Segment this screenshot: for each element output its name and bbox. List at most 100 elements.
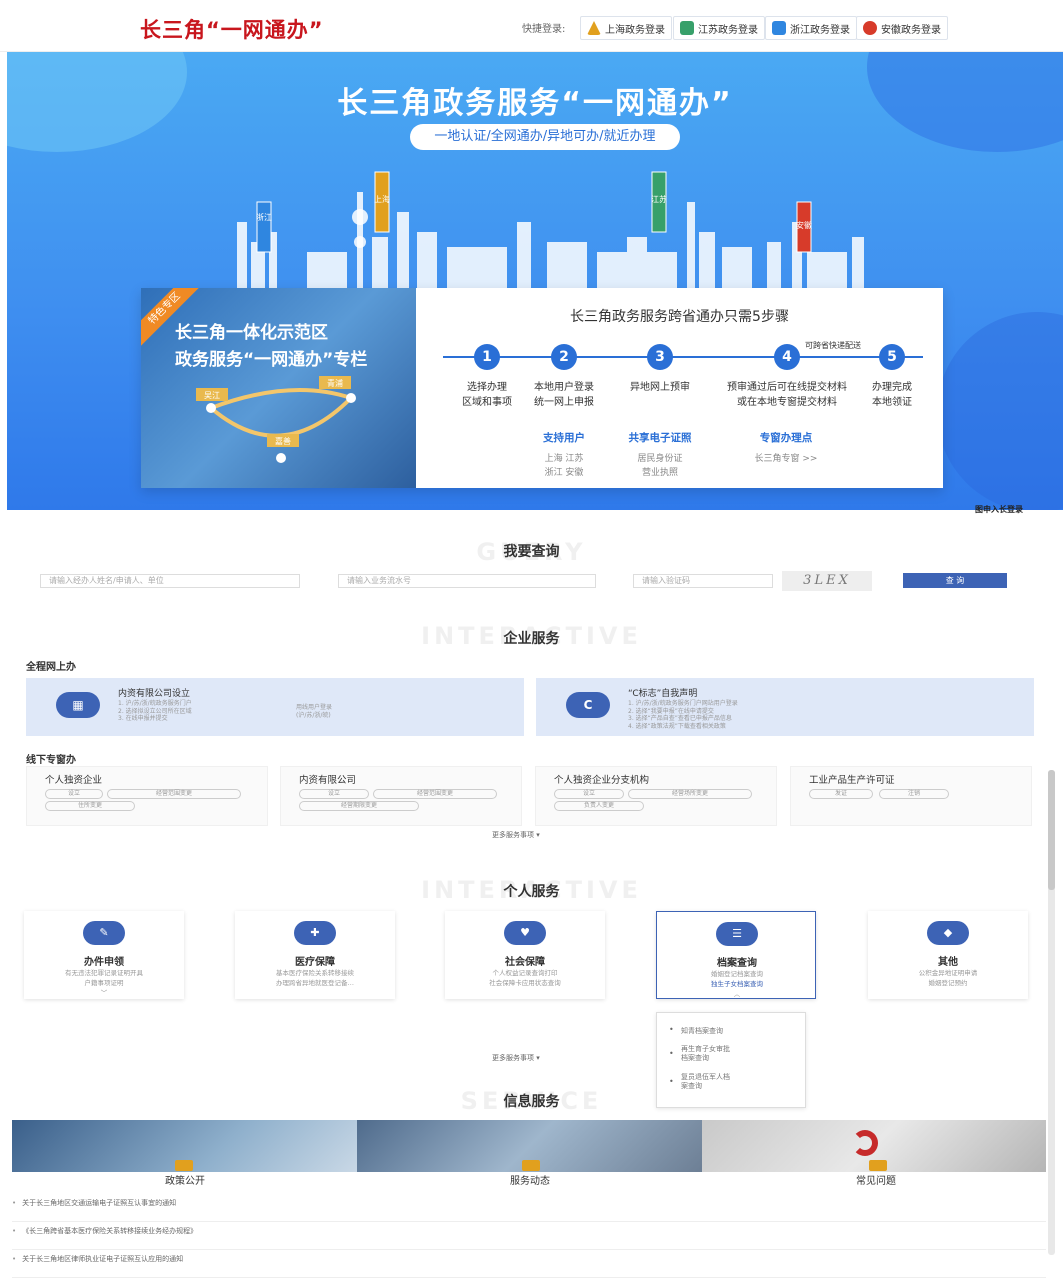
card-desc: 有无违法犯罪记录证明开具 户籍事项证明 ﹀ bbox=[65, 969, 143, 997]
jiangsu-login-label: 江苏政务登录 bbox=[698, 24, 758, 36]
news-item[interactable]: • 关于长三角地区交通运输电子证照互认事宜的通知 bbox=[12, 1196, 1046, 1222]
offline-card-title: 内资有限公司 bbox=[299, 775, 357, 786]
shanghai-login-button[interactable]: 上海政务登录 bbox=[580, 16, 672, 40]
card-desc: 个人权益记录查询打印 社会保障卡应用状态查询 bbox=[489, 969, 561, 987]
archive-query-card[interactable]: ☰ 档案查询 婚姻登记档案查询 独生子女档案查询 ︿ bbox=[656, 911, 816, 999]
news-item[interactable]: • 《长三角跨省基本医疗保险关系转移接续业务经办规程》 bbox=[12, 1224, 1046, 1250]
tag-manager-change[interactable]: 负责人变更 bbox=[554, 801, 644, 811]
company-setup-card[interactable]: ▦ 内资有限公司设立 1. 沪/苏/浙/皖政务服务门户 2. 选择拟设立公司所在区… bbox=[26, 678, 524, 736]
online-service-heading: 全程网上办 bbox=[26, 662, 76, 673]
zhejiang-login-button[interactable]: 浙江政务登录 bbox=[765, 16, 857, 40]
company-setup-title: 内资有限公司设立 bbox=[118, 689, 191, 699]
medical-security-card[interactable]: ✚ 医疗保障 基本医疗保险关系转移接续 办理跨省异地就医登记备… bbox=[235, 911, 395, 999]
tab-service-news[interactable]: 服务动态 bbox=[470, 1172, 590, 1187]
offline-service-heading: 线下专窗办 bbox=[26, 755, 76, 766]
window-service-link[interactable]: 长三角专窗 >> bbox=[741, 452, 831, 466]
personal-section-title: 个人服务 bbox=[503, 884, 560, 900]
c-mark-declaration-card[interactable]: C “C标志”自我声明 1. 沪/苏/浙/皖政务服务门户网站用户登录 2. 选择“… bbox=[536, 678, 1034, 736]
hero-subtitle: 一地认证/全网通办/异地可办/就近办理 bbox=[410, 124, 680, 150]
site-logo[interactable]: 长三角“一网通办” bbox=[140, 14, 324, 44]
offline-card-title: 个人独资企业分支机构 bbox=[554, 775, 650, 786]
serial-number-input[interactable]: 请输入业务流水号 bbox=[338, 574, 596, 588]
c-mark-title: “C标志”自我声明 bbox=[628, 689, 698, 699]
map-label-wujiang: 吴江 bbox=[204, 391, 220, 400]
tag-setup[interactable]: 设立 bbox=[554, 789, 624, 799]
card-desc: 婚姻登记档案查询 独生子女档案查询 ︿ bbox=[711, 970, 763, 998]
jiangsu-icon bbox=[680, 21, 694, 35]
decor-blob bbox=[937, 312, 1063, 510]
news-item[interactable]: • 关于长三角地区律师执业证电子证照互认应用的通知 bbox=[12, 1252, 1046, 1278]
production-license-card[interactable]: 工业产品生产许可证 发证 注销 bbox=[790, 766, 1032, 826]
pen-icon: ✎ bbox=[83, 921, 125, 945]
window-service-heading: 专窗办理点 bbox=[759, 432, 813, 444]
layers-icon: ◆ bbox=[927, 921, 969, 945]
social-security-card[interactable]: ♥ 社会保障 个人权益记录查询打印 社会保障卡应用状态查询 bbox=[445, 911, 605, 999]
tag-setup[interactable]: 设立 bbox=[299, 789, 369, 799]
hero-title: 长三角政务服务“一网通办” bbox=[337, 86, 733, 121]
card-desc: 公积金异地证明申请 婚姻登记预约 bbox=[918, 969, 978, 987]
supported-users-heading: 支持用户 bbox=[543, 432, 585, 444]
quick-login-label: 快捷登录: bbox=[522, 24, 566, 35]
map-label-jiangsu: 江苏 bbox=[651, 194, 667, 204]
steps-title: 长三角政务服务跨省通办只需5步骤 bbox=[570, 309, 789, 325]
tab-policy[interactable]: 政策公开 bbox=[125, 1172, 245, 1187]
faq-question-icon bbox=[852, 1130, 878, 1156]
zhejiang-login-label: 浙江政务登录 bbox=[790, 24, 850, 36]
map-label-shanghai: 上海 bbox=[374, 194, 390, 204]
tag-term-change[interactable]: 经营期限变更 bbox=[299, 801, 419, 811]
captcha-input[interactable]: 请输入验证码 bbox=[633, 574, 773, 588]
info-section-title: 信息服务 bbox=[503, 1094, 560, 1110]
offline-card-title: 个人独资企业 bbox=[45, 775, 103, 786]
step-2-label: 本地用户登录 统一网上申报 bbox=[534, 382, 594, 408]
c-mark-icon: C bbox=[566, 692, 610, 718]
step-1-label: 选择办理 区域和事项 bbox=[462, 382, 512, 408]
tab-faq[interactable]: 常见问题 bbox=[816, 1172, 936, 1187]
anhui-login-label: 安徽政务登录 bbox=[881, 24, 941, 36]
demo-zone-banner[interactable]: 特色专区 长三角一体化示范区 政务服务“一网通办”专栏 吴江 青浦 嘉善 bbox=[141, 288, 416, 488]
company-setup-steps: 1. 沪/苏/浙/皖政务服务门户 2. 选择拟设立公司所在区域 3. 在线申报并提交 bbox=[118, 700, 192, 722]
step-5-badge: 5 bbox=[879, 344, 905, 370]
company-setup-login-note: 用线用户登录 (沪/苏/浙/皖) bbox=[296, 704, 333, 719]
medical-icon: ✚ bbox=[294, 921, 336, 945]
tag-address-change[interactable]: 住所变更 bbox=[45, 801, 135, 811]
document-icon: ☰ bbox=[716, 922, 758, 946]
card-desc: 基本医疗保险关系转移接续 办理跨省异地就医登记备… bbox=[276, 969, 354, 987]
more-personal-services-link[interactable]: 更多服务事项 ▾ bbox=[492, 1053, 540, 1063]
tag-location-change[interactable]: 经营场所变更 bbox=[628, 789, 752, 799]
query-button[interactable]: 查 询 bbox=[903, 573, 1007, 588]
step-4-label: 预审通过后可在线提交材料 或在本地专窗提交材料 bbox=[727, 382, 847, 408]
map-label-qingpu: 青浦 bbox=[327, 378, 343, 388]
c-mark-steps: 1. 沪/苏/浙/皖政务服务门户网站用户登录 2. 选择“我要申报”在线申请提交 3… bbox=[628, 700, 738, 730]
supported-users-list: 上海 江苏 浙江 安徽 bbox=[544, 454, 584, 478]
side-login-link[interactable]: 图申入长登录 bbox=[975, 504, 1023, 515]
other-services-card[interactable]: ◆ 其他 公积金异地证明申请 婚姻登记预约 bbox=[868, 911, 1028, 999]
jiangsu-login-button[interactable]: 江苏政务登录 bbox=[673, 16, 765, 40]
offline-card-title: 工业产品生产许可证 bbox=[809, 775, 895, 786]
page-scrollbar[interactable] bbox=[1048, 770, 1055, 1255]
branch-office-card[interactable]: 个人独资企业分支机构 设立 经营场所变更 负责人变更 bbox=[535, 766, 777, 826]
card-title: 其他 bbox=[938, 957, 958, 968]
domestic-company-card[interactable]: 内资有限公司 设立 经营范围变更 经营期限变更 bbox=[280, 766, 522, 826]
tag-scope-change[interactable]: 经营范围变更 bbox=[107, 789, 241, 799]
card-title: 档案查询 bbox=[717, 958, 757, 969]
shared-certificates-heading: 共享电子证照 bbox=[628, 432, 692, 444]
top-header: 长三角“一网通办” 快捷登录: 上海政务登录 江苏政务登录 浙江政务登录 安徽政… bbox=[0, 0, 1063, 52]
step-5-label: 办理完成 本地领证 bbox=[872, 382, 912, 408]
tag-cancel[interactable]: 注销 bbox=[879, 789, 949, 799]
tag-scope-change[interactable]: 经营范围变更 bbox=[373, 789, 497, 799]
anhui-login-button[interactable]: 安徽政务登录 bbox=[856, 16, 948, 40]
captcha-image[interactable]: 3LEX bbox=[782, 571, 872, 591]
map-label-zhejiang: 浙江 bbox=[256, 212, 272, 222]
tag-issue[interactable]: 发证 bbox=[809, 789, 873, 799]
certificate-apply-card[interactable]: ✎ 办件申领 有无违法犯罪记录证明开具 户籍事项证明 ﹀ bbox=[24, 911, 184, 999]
tag-setup[interactable]: 设立 bbox=[45, 789, 103, 799]
dropdown-item[interactable]: 再生育子女审批 档案查询 bbox=[681, 1045, 730, 1063]
card-title: 医疗保障 bbox=[295, 957, 335, 968]
feature-card: 特色专区 长三角一体化示范区 政务服务“一网通办”专栏 吴江 青浦 嘉善 长三角… bbox=[141, 288, 943, 488]
applicant-name-input[interactable]: 请输入经办人姓名/申请人、单位 bbox=[40, 574, 300, 588]
faq-icon bbox=[869, 1160, 887, 1171]
more-enterprise-services-link[interactable]: 更多服务事项 ▾ bbox=[492, 830, 540, 840]
dropdown-item[interactable]: 知青档案查询 bbox=[681, 1027, 723, 1036]
sole-proprietorship-card[interactable]: 个人独资企业 设立 经营范围变更 住所变更 bbox=[26, 766, 268, 826]
scrollbar-thumb[interactable] bbox=[1048, 770, 1055, 890]
